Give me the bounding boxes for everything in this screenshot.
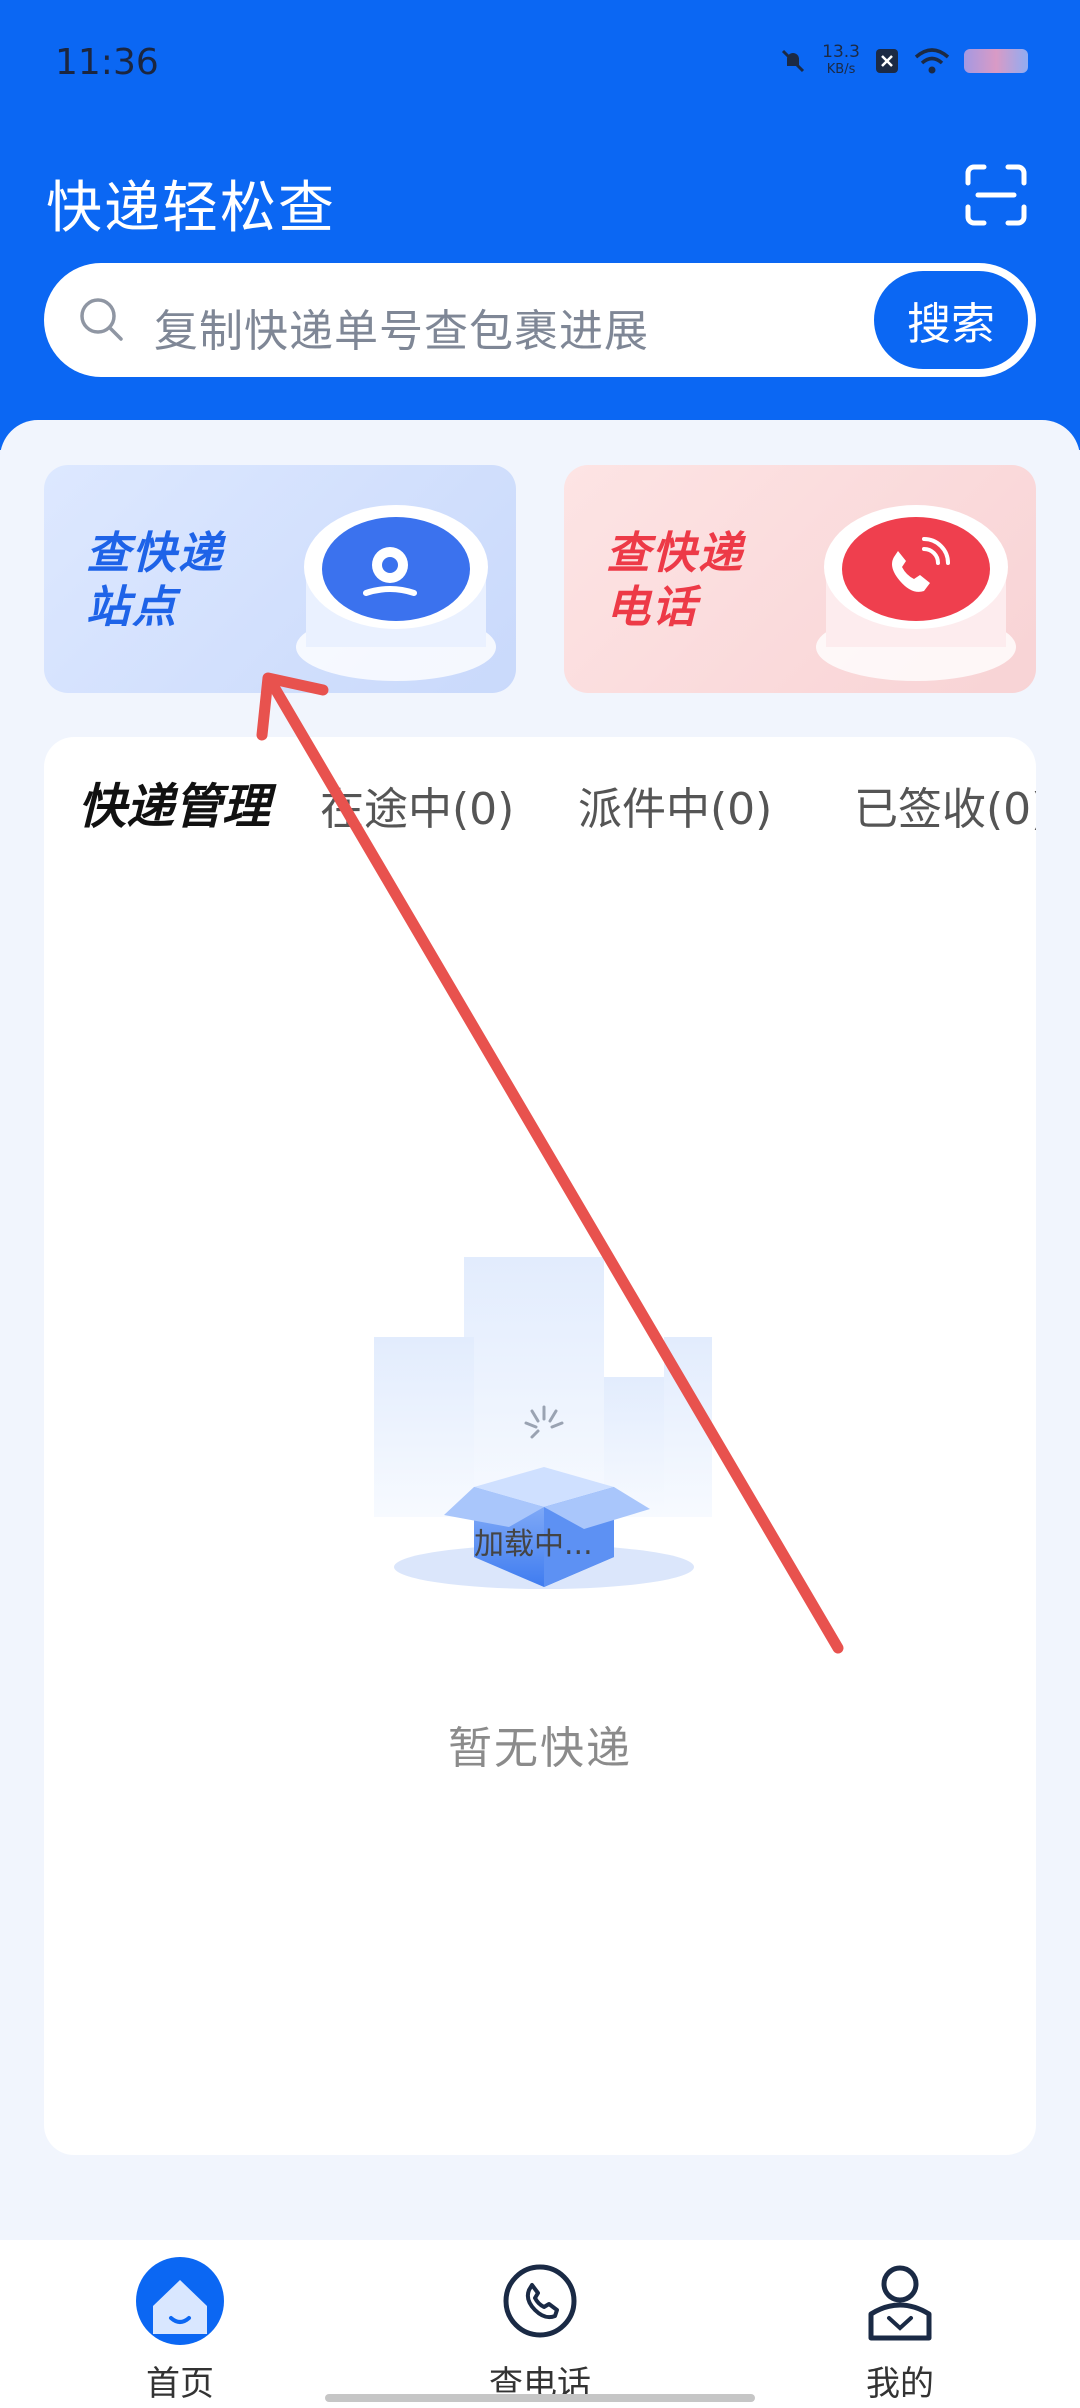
phone-lookup-card[interactable]: 查快递 电话	[564, 465, 1036, 693]
home-indicator	[325, 2394, 755, 2402]
phone-icon	[816, 505, 1016, 681]
battery-icon	[964, 49, 1028, 73]
tab-signed[interactable]: 已签收(0)	[854, 773, 1036, 837]
mute-icon	[782, 49, 805, 73]
phone-card-title: 查快递 电话	[606, 527, 744, 635]
app-title: 快递轻松查	[46, 176, 336, 241]
phone-circle-icon	[503, 2264, 577, 2338]
phone-card-line2: 电话	[606, 582, 698, 633]
station-lookup-card[interactable]: 查快递 站点	[44, 465, 516, 693]
search-input[interactable]: 复制快递单号查包裹进展	[154, 295, 649, 359]
delivery-panel: 快递管理 在途中(0) 派件中(0) 已签收(0) 加载中... 暂无快递	[44, 737, 1036, 2155]
tab-in-transit[interactable]: 在途中(0)	[320, 773, 514, 837]
phone-card-line1: 查快递	[606, 528, 744, 579]
nav-home[interactable]: 首页	[80, 2256, 280, 2404]
net-speed: 13.3 KB/s	[822, 44, 860, 78]
nav-profile-label: 我的	[866, 2364, 934, 2404]
station-card-title: 查快递 站点	[86, 527, 224, 635]
tab-delivery-management[interactable]: 快递管理	[78, 767, 270, 837]
net-speed-unit: KB/s	[826, 62, 856, 77]
wifi-icon	[914, 48, 950, 74]
profile-icon	[868, 2265, 932, 2341]
status-icons: 13.3 KB/s	[778, 44, 1028, 78]
search-button[interactable]: 搜索	[870, 267, 1032, 373]
nav-profile[interactable]: 我的	[800, 2256, 1000, 2404]
nav-home-label: 首页	[146, 2364, 214, 2404]
search-icon	[80, 298, 123, 341]
status-bar: 11:36 13.3 KB/s	[0, 0, 1080, 125]
delivery-tabs: 快递管理 在途中(0) 派件中(0) 已签收(0)	[44, 767, 1036, 847]
net-speed-value: 13.3	[822, 42, 860, 62]
scan-icon[interactable]	[964, 163, 1028, 227]
station-card-line1: 查快递	[86, 528, 224, 579]
bottom-nav: 首页 查电话 我的	[0, 2240, 1080, 2408]
location-pin-icon	[296, 505, 496, 681]
notification-icon	[876, 49, 898, 73]
tab-dispatching[interactable]: 派件中(0)	[578, 773, 772, 837]
loading-text: 加载中...	[474, 1527, 593, 1562]
nav-phone[interactable]: 查电话	[440, 2256, 640, 2404]
status-time: 11:36	[55, 42, 159, 83]
search-bar[interactable]: 复制快递单号查包裹进展 搜索	[44, 263, 1036, 377]
station-card-line2: 站点	[86, 582, 178, 633]
empty-message: 暂无快递	[448, 1723, 632, 1774]
home-icon	[136, 2257, 224, 2345]
